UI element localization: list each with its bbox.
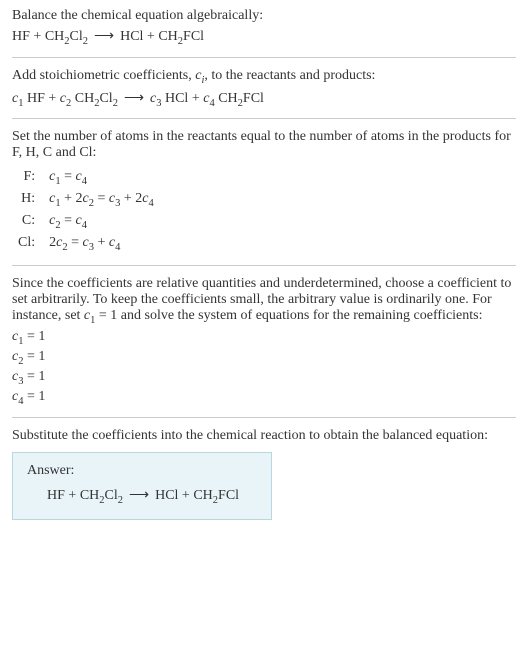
substitute-text: Substitute the coefficients into the che… bbox=[12, 428, 516, 444]
reactant-1: HF bbox=[12, 29, 30, 44]
intro-text: Balance the chemical equation algebraica… bbox=[12, 8, 516, 24]
table-row: C: c2 = c4 bbox=[12, 211, 160, 233]
atom-label-c: C: bbox=[12, 211, 43, 233]
divider bbox=[12, 265, 516, 266]
arrow-icon: ⟶ bbox=[118, 91, 150, 106]
atom-equations-table: F: c1 = c4 H: c1 + 2c2 = c3 + 2c4 C: c2 … bbox=[12, 167, 160, 254]
answer-box: Answer: HF + CH2Cl2⟶HCl + CH2FCl bbox=[12, 452, 272, 521]
atom-eq-f: c1 = c4 bbox=[43, 167, 160, 189]
atom-eq-c: c2 = c4 bbox=[43, 211, 160, 233]
product-1: HCl bbox=[120, 29, 143, 44]
atoms-text: Set the number of atoms in the reactants… bbox=[12, 129, 516, 161]
atom-eq-h: c1 + 2c2 = c3 + 2c4 bbox=[43, 189, 160, 211]
balanced-equation: HF + CH2Cl2⟶HCl + CH2FCl bbox=[27, 487, 257, 506]
atom-label-h: H: bbox=[12, 189, 43, 211]
atom-eq-cl: 2c2 = c3 + c4 bbox=[43, 233, 160, 255]
substitute-section: Substitute the coefficients into the che… bbox=[12, 428, 516, 521]
answer-label: Answer: bbox=[27, 463, 257, 479]
coefficient-list: c1 = 1 c2 = 1 c3 = 1 c4 = 1 bbox=[12, 329, 516, 406]
intro-section: Balance the chemical equation algebraica… bbox=[12, 8, 516, 47]
divider bbox=[12, 417, 516, 418]
divider bbox=[12, 118, 516, 119]
solve-text: Since the coefficients are relative quan… bbox=[12, 276, 516, 326]
divider bbox=[12, 57, 516, 58]
coef-c2: c2 = 1 bbox=[12, 349, 516, 367]
coef-c1: c1 = 1 bbox=[12, 329, 516, 347]
table-row: H: c1 + 2c2 = c3 + 2c4 bbox=[12, 189, 160, 211]
table-row: F: c1 = c4 bbox=[12, 167, 160, 189]
atom-label-f: F: bbox=[12, 167, 43, 189]
coef-c4: c4 = 1 bbox=[12, 389, 516, 407]
unbalanced-equation: HF + CH2Cl2⟶HCl + CH2FCl bbox=[12, 28, 516, 47]
arrow-icon: ⟶ bbox=[88, 29, 120, 44]
solve-section: Since the coefficients are relative quan… bbox=[12, 276, 516, 407]
arrow-icon: ⟶ bbox=[123, 488, 155, 503]
stoich-text: Add stoichiometric coefficients, ci, to … bbox=[12, 68, 516, 86]
stoich-equation: c1 HF + c2 CH2Cl2⟶c3 HCl + c4 CH2FCl bbox=[12, 90, 516, 109]
stoich-section: Add stoichiometric coefficients, ci, to … bbox=[12, 68, 516, 109]
coef-c3: c3 = 1 bbox=[12, 369, 516, 387]
table-row: Cl: 2c2 = c3 + c4 bbox=[12, 233, 160, 255]
atom-label-cl: Cl: bbox=[12, 233, 43, 255]
atoms-section: Set the number of atoms in the reactants… bbox=[12, 129, 516, 254]
